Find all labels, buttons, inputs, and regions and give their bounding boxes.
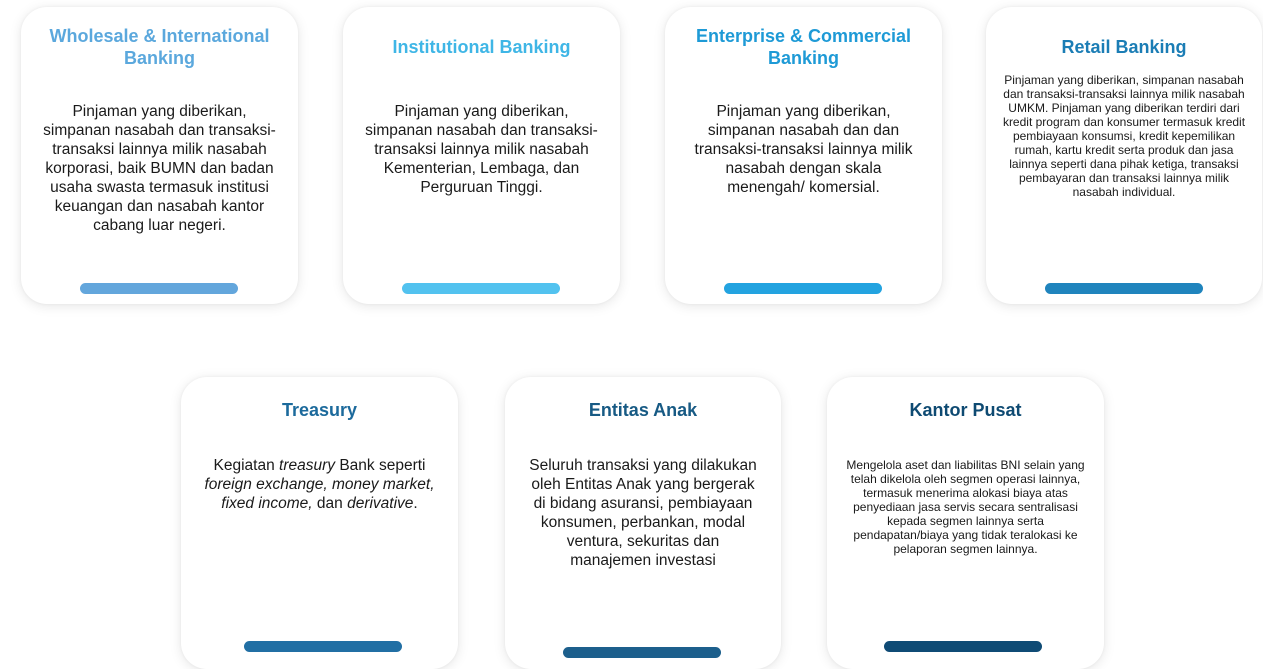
segment-card-treasury: Treasury Kegiatan treasury Bank seperti … (181, 377, 458, 669)
card-title: Enterprise & Commercial Banking (695, 26, 912, 68)
card-title: Entitas Anak (588, 400, 698, 420)
desc-text: dan (312, 495, 348, 512)
card-description: Kegiatan treasury Bank seperti foreign e… (201, 456, 438, 513)
desc-text: Kegiatan (213, 457, 280, 474)
card-accent-bar (80, 283, 238, 294)
desc-text: . (413, 495, 418, 512)
desc-text: Bank seperti (335, 457, 426, 474)
card-title: Wholesale & International Banking (49, 26, 270, 68)
card-title: Kantor Pusat (909, 400, 1022, 420)
desc-term-treasury: treasury (279, 457, 336, 474)
card-title: Institutional Banking (392, 37, 571, 57)
card-accent-bar (1045, 283, 1203, 294)
card-accent-bar (563, 647, 721, 658)
card-description: Pinjaman yang diberikan, simpanan nasaba… (1002, 73, 1246, 199)
card-description: Mengelola aset dan liabilitas BNI selain… (846, 458, 1085, 556)
card-accent-bar (402, 283, 560, 294)
segment-card-wholesale: Wholesale & International Banking Pinjam… (21, 7, 298, 304)
desc-term-derivative: derivative (347, 495, 414, 512)
card-accent-bar (884, 641, 1042, 652)
segment-card-kantor-pusat: Kantor Pusat Mengelola aset dan liabilit… (827, 377, 1104, 669)
card-description: Pinjaman yang diberikan, simpanan nasaba… (365, 103, 598, 196)
segment-card-retail: Retail Banking Pinjaman yang diberikan, … (986, 7, 1262, 304)
card-description: Seluruh transaksi yang dilakukan oleh En… (529, 457, 757, 569)
segment-card-entitas-anak: Entitas Anak Seluruh transaksi yang dila… (505, 377, 781, 669)
card-accent-bar (244, 641, 402, 652)
card-description: Pinjaman yang diberikan, simpanan nasaba… (43, 103, 276, 234)
card-description: Pinjaman yang diberikan, simpanan nasaba… (694, 103, 913, 196)
card-accent-bar (724, 283, 882, 294)
segment-card-enterprise: Enterprise & Commercial Banking Pinjaman… (665, 7, 942, 304)
card-title: Retail Banking (1061, 37, 1187, 57)
segment-card-institutional: Institutional Banking Pinjaman yang dibe… (343, 7, 620, 304)
card-title: Treasury (281, 400, 358, 420)
